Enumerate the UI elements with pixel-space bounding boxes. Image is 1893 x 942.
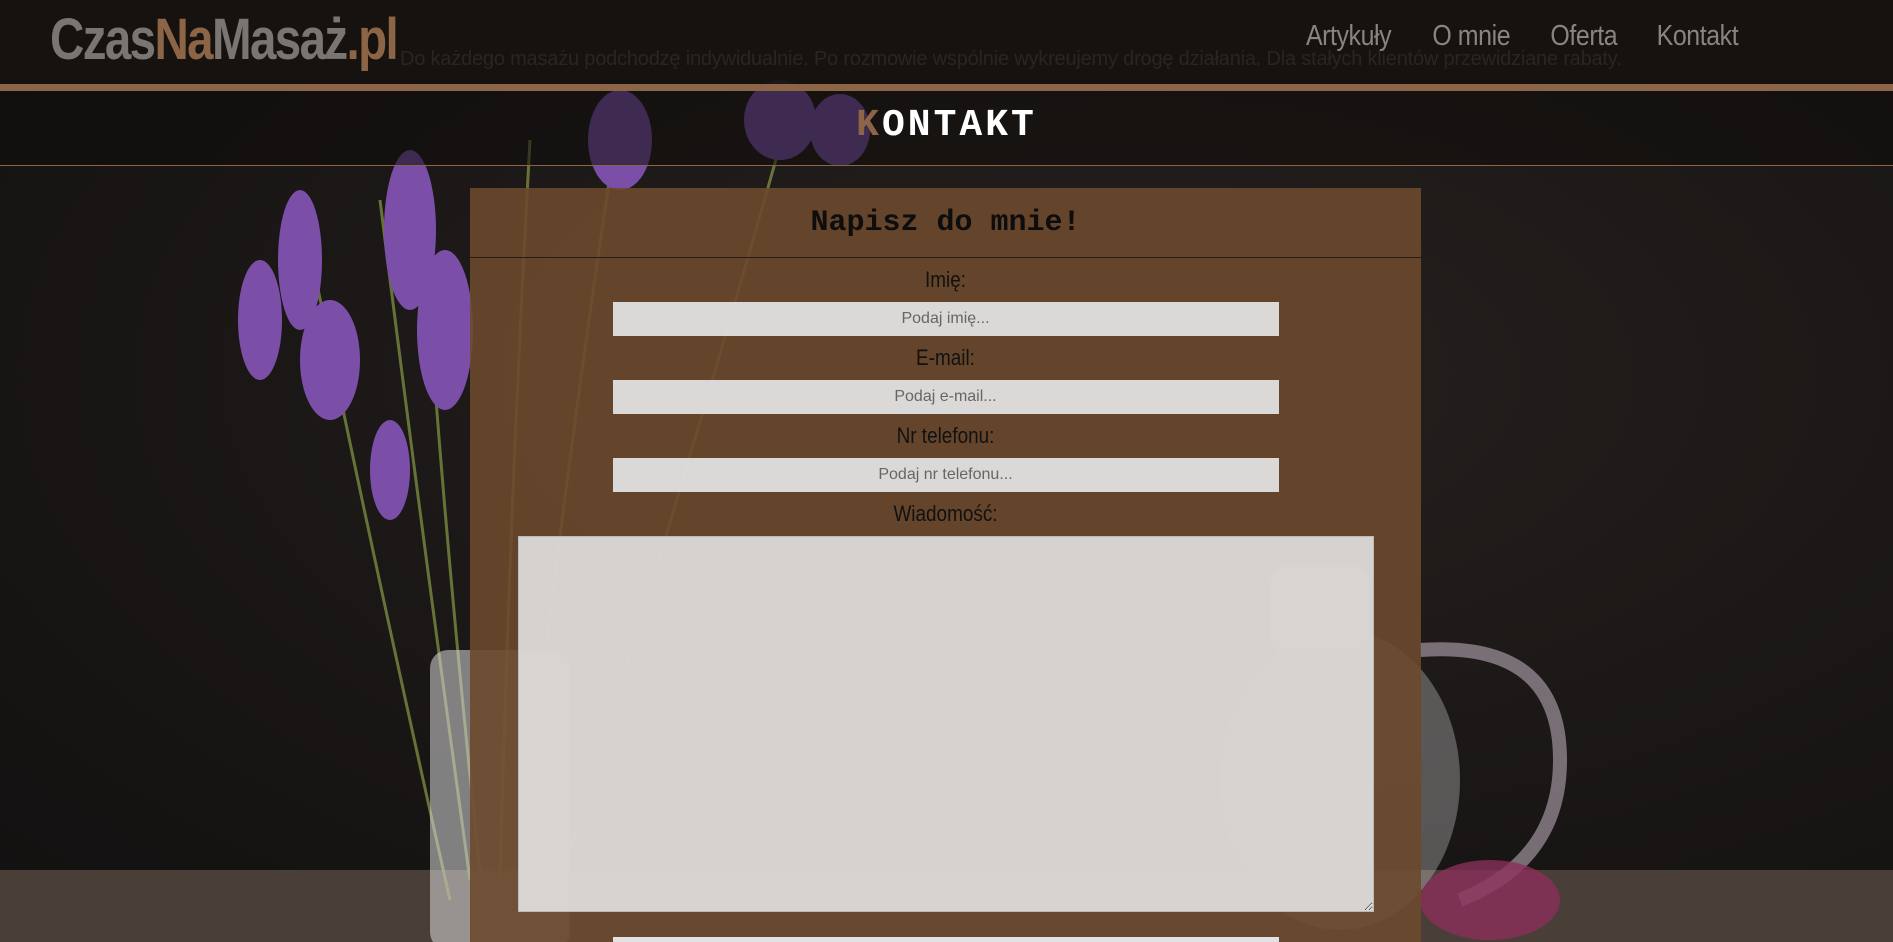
section-title-rest: ONTAKT — [881, 104, 1037, 147]
name-input[interactable] — [612, 302, 1279, 336]
main-nav: Artykuły O mnie Oferta Kontakt — [1299, 20, 1745, 53]
section-title-initial: K — [856, 104, 882, 147]
logo-part-czas: Czas — [50, 7, 156, 72]
email-label: E-mail: — [916, 345, 975, 370]
phone-label: Nr telefonu: — [896, 423, 995, 448]
nav-item-o-mnie[interactable]: O mnie — [1432, 20, 1510, 53]
phone-input[interactable] — [612, 458, 1279, 492]
logo-part-masaz: Masaż — [212, 7, 348, 72]
message-textarea[interactable] — [517, 536, 1374, 912]
nav-item-kontakt[interactable]: Kontakt — [1657, 20, 1739, 53]
submit-button[interactable] — [613, 937, 1279, 942]
section-title: KONTAKT — [0, 104, 1893, 147]
logo-part-pl: .pl — [346, 7, 399, 72]
nav-item-oferta[interactable]: Oferta — [1550, 20, 1617, 53]
contact-form-card: Napisz do mnie! Imię: E-mail: Nr telefon… — [470, 188, 1421, 942]
email-input[interactable] — [612, 380, 1279, 414]
name-label: Imię: — [924, 267, 967, 292]
form-title: Napisz do mnie! — [470, 188, 1421, 258]
header-accent-bar — [0, 84, 1893, 91]
site-logo[interactable]: CzasNaMasaż.pl — [50, 6, 399, 73]
logo-part-na: Na — [154, 7, 213, 72]
nav-item-artykuly[interactable]: Artykuły — [1306, 20, 1392, 53]
message-label: Wiadomość: — [893, 501, 998, 526]
